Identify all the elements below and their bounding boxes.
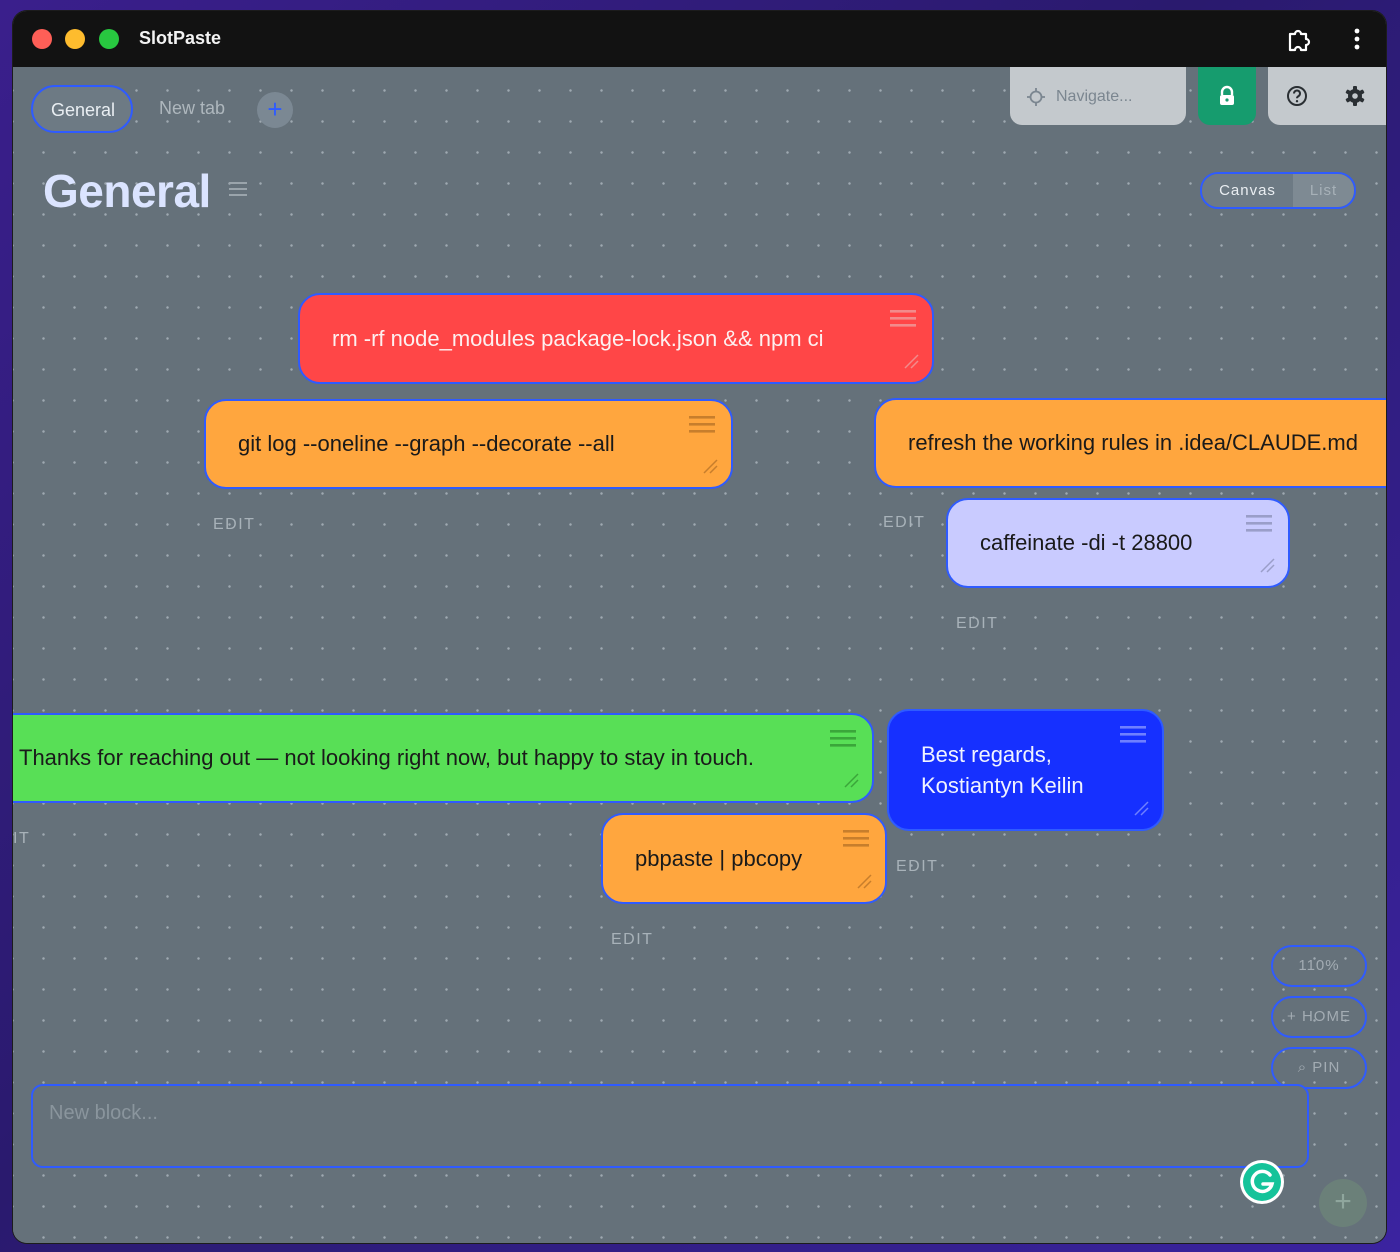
snippet-text: git log --oneline --graph --decorate --a…	[238, 431, 615, 456]
snippet-block[interactable]: git log --oneline --graph --decorate --a…	[204, 399, 733, 489]
drag-handle-icon[interactable]	[830, 729, 856, 749]
drag-handle-icon[interactable]	[1246, 514, 1272, 534]
add-block-button[interactable]: +	[1319, 1179, 1367, 1227]
resize-handle-icon[interactable]	[703, 459, 718, 474]
tab-general[interactable]: General	[31, 85, 133, 133]
edit-link[interactable]: EDIT	[956, 615, 998, 633]
snippet-block[interactable]: Best regards, Kostiantyn Keilin	[887, 709, 1164, 831]
magnifier-icon: ⌕	[1297, 1059, 1313, 1076]
snippet-block[interactable]: Thanks for reaching out — not looking ri…	[13, 713, 874, 803]
resize-handle-icon[interactable]	[857, 874, 872, 889]
maximize-window-button[interactable]	[99, 29, 119, 49]
home-label: HOME	[1301, 1008, 1351, 1025]
home-icon: +	[1287, 1008, 1302, 1025]
hamburger-menu-icon[interactable]	[229, 181, 247, 197]
edit-link[interactable]: EDIT	[213, 516, 255, 534]
extension-icon[interactable]	[1285, 25, 1313, 53]
gear-icon[interactable]	[1344, 85, 1366, 107]
crosshair-icon	[1027, 88, 1045, 106]
add-tab-button[interactable]: +	[257, 92, 293, 128]
new-block-input[interactable]	[49, 1102, 1199, 1125]
drag-handle-icon[interactable]	[843, 829, 869, 849]
snippet-text: rm -rf node_modules package-lock.json &&…	[332, 325, 824, 351]
edit-link[interactable]: EDIT	[896, 858, 938, 876]
pin-button[interactable]: ⌕ PIN	[1271, 1047, 1367, 1089]
zoom-level-text: 110%	[1298, 957, 1340, 974]
snippet-text: Thanks for reaching out — not looking ri…	[19, 745, 754, 770]
zoom-level-button[interactable]: 110%	[1271, 945, 1367, 987]
new-block-composer	[31, 1084, 1309, 1168]
snippet-text: Best regards, Kostiantyn Keilin	[921, 742, 1084, 798]
lock-icon	[1220, 85, 1234, 105]
view-toggle: Canvas List	[1200, 172, 1356, 209]
title-bar: SlotPaste	[13, 11, 1386, 67]
resize-handle-icon[interactable]	[844, 773, 859, 788]
drag-handle-icon[interactable]	[1120, 725, 1146, 745]
canvas-area[interactable]: General New tab + Navigate... General Ca…	[13, 67, 1386, 1243]
edit-link[interactable]: EDIT	[883, 514, 925, 532]
edit-link[interactable]: EDIT	[611, 931, 653, 949]
list-view-option[interactable]: List	[1293, 174, 1354, 207]
minimize-window-button[interactable]	[65, 29, 85, 49]
snippet-block[interactable]: pbpaste | pbcopy	[601, 813, 887, 904]
home-button[interactable]: + HOME	[1271, 996, 1367, 1038]
lock-button[interactable]	[1198, 67, 1256, 125]
help-settings-group	[1268, 67, 1386, 125]
snippet-block[interactable]: caffeinate -di -t 28800	[946, 498, 1290, 588]
drag-handle-icon[interactable]	[689, 415, 715, 435]
navigate-input[interactable]: Navigate...	[1010, 67, 1186, 125]
page-title: General	[43, 165, 211, 217]
resize-handle-icon[interactable]	[1260, 558, 1275, 573]
navigate-placeholder: Navigate...	[1056, 88, 1133, 105]
snippet-block[interactable]: refresh the working rules in .idea/CLAUD…	[874, 398, 1386, 488]
resize-handle-icon[interactable]	[904, 354, 919, 369]
resize-handle-icon[interactable]	[1134, 801, 1149, 816]
snippet-text: caffeinate -di -t 28800	[980, 530, 1193, 555]
tab-new-tab[interactable]: New tab	[141, 85, 243, 133]
edit-link[interactable]: IT	[13, 830, 30, 848]
snippet-text: refresh the working rules in .idea/CLAUD…	[908, 430, 1358, 455]
snippet-text: pbpaste | pbcopy	[635, 845, 803, 871]
more-vertical-icon[interactable]	[1343, 25, 1371, 53]
canvas-view-option[interactable]: Canvas	[1202, 174, 1293, 207]
help-icon[interactable]	[1286, 85, 1308, 107]
pin-label: PIN	[1312, 1059, 1341, 1076]
app-title: SlotPaste	[139, 28, 222, 48]
snippet-block[interactable]: rm -rf node_modules package-lock.json &&…	[298, 293, 934, 384]
app-window: SlotPaste General New tab + Navigate...	[13, 11, 1386, 1243]
close-window-button[interactable]	[32, 29, 52, 49]
drag-handle-icon[interactable]	[890, 309, 916, 329]
grammarly-icon[interactable]	[1239, 1159, 1285, 1205]
